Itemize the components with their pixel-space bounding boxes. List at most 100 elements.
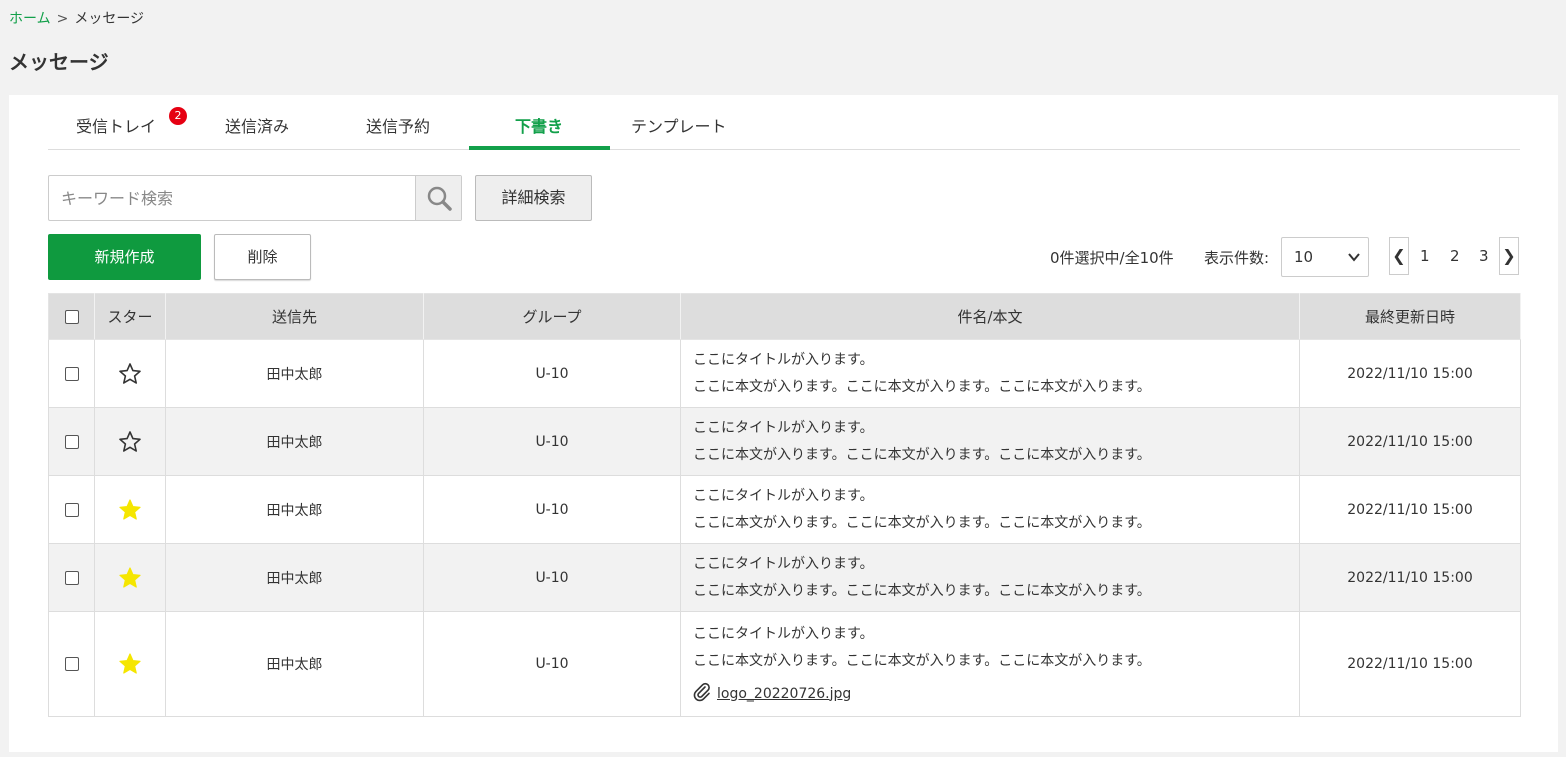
message-title: ここにタイトルが入ります。 — [693, 351, 874, 368]
search-input[interactable] — [49, 176, 416, 220]
per-page-value: 10 — [1294, 248, 1314, 266]
breadcrumb-home-link[interactable]: ホーム — [9, 11, 51, 27]
group-cell: U-10 — [423, 339, 681, 408]
tab-label: 送信予約 — [366, 117, 431, 136]
selection-count: 0件選択中/全10件 — [1050, 249, 1174, 267]
messages-panel: 受信トレイ 2 送信済み 送信予約 下書き テンプレート 詳細検索 新規作成 削… — [9, 95, 1558, 752]
row-select-cell — [48, 407, 95, 476]
row-checkbox[interactable] — [64, 366, 79, 381]
subject-cell[interactable]: ここにタイトルが入ります。 ここに本文が入ります。ここに本文が入ります。ここに本… — [680, 611, 1300, 717]
updated-cell: 2022/11/10 15:00 — [1299, 543, 1521, 612]
message-title: ここにタイトルが入ります。 — [693, 419, 874, 436]
recipient-cell: 田中太郎 — [165, 339, 424, 408]
magnifier-icon — [416, 186, 462, 224]
advanced-search-button[interactable]: 詳細検索 — [475, 175, 592, 221]
message-body: ここに本文が入ります。ここに本文が入ります。ここに本文が入ります。 — [693, 514, 1151, 531]
new-message-button[interactable]: 新規作成 — [48, 234, 201, 280]
search-button[interactable] — [415, 176, 461, 220]
star-filled-icon[interactable] — [118, 566, 142, 590]
row-checkbox[interactable] — [64, 657, 79, 671]
group-cell: U-10 — [423, 475, 681, 544]
table-row[interactable]: 田中太郎 U-10 ここにタイトルが入ります。ここに本文が入ります。ここに本文が… — [48, 475, 1521, 544]
star-filled-icon[interactable] — [118, 652, 142, 676]
star-cell — [94, 475, 166, 544]
recipient-cell: 田中太郎 — [165, 475, 424, 544]
updated-cell: 2022/11/10 15:00 — [1299, 611, 1521, 717]
tab-label: 受信トレイ — [76, 117, 157, 136]
tab-label: 下書き — [515, 117, 564, 136]
star-filled-icon[interactable] — [118, 498, 142, 522]
updated-cell: 2022/11/10 15:00 — [1299, 407, 1521, 476]
next-page-button[interactable]: ❯ — [1499, 237, 1519, 275]
row-select-cell — [48, 611, 95, 717]
updated-cell: 2022/11/10 15:00 — [1299, 475, 1521, 544]
updated-cell: 2022/11/10 15:00 — [1299, 339, 1521, 408]
select-all-checkbox[interactable] — [64, 310, 79, 324]
paperclip-icon — [693, 682, 717, 702]
star-cell — [94, 407, 166, 476]
star-outline-icon[interactable] — [118, 430, 142, 454]
star-cell — [94, 611, 166, 717]
recipient-cell: 田中太郎 — [165, 543, 424, 612]
tab-label: テンプレート — [631, 117, 727, 136]
row-select-cell — [48, 543, 95, 612]
row-select-cell — [48, 339, 95, 408]
tab-scheduled[interactable]: 送信予約 — [328, 95, 469, 150]
subject-cell[interactable]: ここにタイトルが入ります。ここに本文が入ります。ここに本文が入ります。ここに本文… — [680, 407, 1300, 476]
table-row[interactable]: 田中太郎 U-10 ここにタイトルが入ります。ここに本文が入ります。ここに本文が… — [48, 407, 1521, 476]
subject-cell[interactable]: ここにタイトルが入ります。ここに本文が入ります。ここに本文が入ります。ここに本文… — [680, 339, 1300, 408]
message-body: ここに本文が入ります。ここに本文が入ります。ここに本文が入ります。 — [693, 378, 1151, 395]
breadcrumb-separator: > — [56, 11, 69, 27]
page-link-2[interactable]: 2 — [1450, 247, 1460, 265]
message-title: ここにタイトルが入ります。 — [693, 487, 874, 504]
column-header-star[interactable]: スター — [94, 293, 166, 340]
star-outline-icon[interactable] — [118, 362, 142, 386]
unread-badge: 2 — [169, 107, 187, 125]
column-header-updated[interactable]: 最終更新日時 — [1299, 293, 1521, 340]
page-link-1[interactable]: 1 — [1420, 247, 1430, 265]
message-body: ここに本文が入ります。ここに本文が入ります。ここに本文が入ります。 — [693, 652, 1151, 669]
select-all-header — [48, 293, 95, 340]
per-page-label: 表示件数: — [1204, 249, 1270, 267]
tab-drafts[interactable]: 下書き — [469, 95, 610, 150]
message-body: ここに本文が入ります。ここに本文が入ります。ここに本文が入ります。 — [693, 582, 1151, 599]
row-checkbox[interactable] — [64, 434, 79, 449]
recipient-cell: 田中太郎 — [165, 611, 424, 717]
column-header-group[interactable]: グループ — [423, 293, 681, 340]
message-table: スター 送信先 グループ 件名/本文 最終更新日時 田中太郎 U-10 ここにタ… — [48, 293, 1521, 717]
attachment-filename: logo_20220726.jpg — [717, 685, 852, 702]
table-row[interactable]: 田中太郎 U-10 ここにタイトルが入ります。ここに本文が入ります。ここに本文が… — [48, 543, 1521, 612]
tab-bar: 受信トレイ 2 送信済み 送信予約 下書き テンプレート — [48, 95, 1520, 150]
row-select-cell — [48, 475, 95, 544]
table-row[interactable]: 田中太郎 U-10 ここにタイトルが入ります。ここに本文が入ります。ここに本文が… — [48, 339, 1521, 408]
tab-sent[interactable]: 送信済み — [188, 95, 328, 150]
row-checkbox[interactable] — [64, 570, 79, 585]
prev-page-button[interactable]: ❮ — [1389, 237, 1409, 275]
column-header-to[interactable]: 送信先 — [165, 293, 424, 340]
column-header-subject[interactable]: 件名/本文 — [680, 293, 1300, 340]
star-cell — [94, 543, 166, 612]
group-cell: U-10 — [423, 407, 681, 476]
group-cell: U-10 — [423, 611, 681, 717]
search-box — [48, 175, 462, 221]
tab-inbox[interactable]: 受信トレイ 2 — [48, 95, 188, 150]
tab-label: 送信済み — [225, 117, 290, 136]
subject-cell[interactable]: ここにタイトルが入ります。ここに本文が入ります。ここに本文が入ります。ここに本文… — [680, 475, 1300, 544]
message-title: ここにタイトルが入ります。 — [693, 625, 874, 642]
delete-button[interactable]: 削除 — [214, 234, 311, 280]
group-cell: U-10 — [423, 543, 681, 612]
page-link-3[interactable]: 3 — [1479, 247, 1489, 265]
subject-cell[interactable]: ここにタイトルが入ります。ここに本文が入ります。ここに本文が入ります。ここに本文… — [680, 543, 1300, 612]
breadcrumb: ホーム > メッセージ — [9, 8, 144, 28]
breadcrumb-current: メッセージ — [74, 11, 145, 27]
row-checkbox[interactable] — [64, 502, 79, 517]
table-row[interactable]: 田中太郎 U-10 ここにタイトルが入ります。 ここに本文が入ります。ここに本文… — [48, 611, 1521, 717]
star-cell — [94, 339, 166, 408]
per-page-select[interactable]: 10 — [1281, 237, 1369, 277]
attachment-link[interactable]: logo_20220726.jpg — [693, 681, 851, 708]
recipient-cell: 田中太郎 — [165, 407, 424, 476]
tab-templates[interactable]: テンプレート — [610, 95, 751, 150]
table-header-row: スター 送信先 グループ 件名/本文 最終更新日時 — [48, 293, 1521, 340]
message-title: ここにタイトルが入ります。 — [693, 555, 874, 572]
message-body: ここに本文が入ります。ここに本文が入ります。ここに本文が入ります。 — [693, 446, 1151, 463]
